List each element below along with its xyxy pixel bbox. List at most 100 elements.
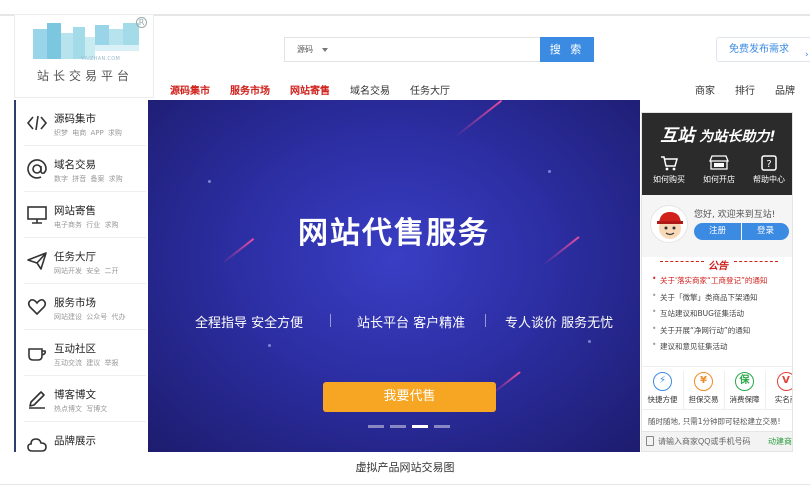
sidebar-item-title: 任务大厅	[54, 251, 96, 263]
panel-header: 互站 为站长助力! 如何购买 如何开店 ? 帮助中心	[642, 113, 792, 195]
sidebar-item-sub: 织梦 电商 APP 求购	[54, 129, 122, 137]
quick-link-label: 帮助中心	[753, 175, 785, 184]
quick-link-label: 如何购买	[653, 175, 685, 184]
sidebar-item-title: 服务市场	[54, 297, 96, 309]
banner-headline: 网站代售服务	[298, 216, 490, 251]
search-type-select[interactable]: 源码	[297, 44, 313, 55]
sidebar-item-title: 互动社区	[54, 343, 96, 355]
at-sign-icon	[27, 159, 47, 179]
service-label: 实名商	[774, 395, 792, 404]
service-fast[interactable]: ⚡ 快捷方便	[642, 371, 684, 409]
quick-link-label: 如何开店	[703, 175, 735, 184]
cart-icon	[661, 156, 678, 171]
chevron-right-icon: ›	[805, 50, 809, 60]
notice-item[interactable]: 互站建议和BUG征集活动	[650, 307, 792, 325]
sidebar-item-sub: 网站开发 安全 二开	[54, 267, 119, 275]
decor-dot	[588, 340, 591, 343]
service-label: 消费保障	[729, 395, 760, 404]
sidebar-item-website-sale[interactable]: 网站寄售 电子商务 行业 求购	[24, 192, 146, 238]
divider	[734, 261, 778, 262]
carousel-dot-active[interactable]	[412, 425, 428, 428]
carousel-dot[interactable]	[368, 425, 384, 428]
site-logo[interactable]: R YIUZHAN.COM 站长交易平台	[14, 14, 154, 98]
notice-item[interactable]: 关于'落实商家“工商登记”的通知	[650, 274, 792, 292]
sidebar-item-brands[interactable]: 品牌展示	[24, 422, 146, 452]
merchant-search-input[interactable]	[658, 433, 776, 450]
register-button[interactable]: 注册	[694, 223, 741, 240]
sidebar-item-domains[interactable]: 域名交易 数字 拼音 备案 求购	[24, 146, 146, 192]
coffee-cup-icon	[28, 348, 46, 361]
tag-separator	[485, 314, 486, 327]
publish-request-button[interactable]: 免费发布需求 ›	[716, 37, 810, 62]
quick-link-how-to-open[interactable]: 如何开店	[695, 155, 743, 185]
quick-link-how-to-buy[interactable]: 如何购买	[645, 155, 693, 185]
notice-item[interactable]: 关于开展“净网行动”的通知	[650, 324, 792, 342]
mascot-icon	[657, 212, 683, 239]
open-shop-icon	[709, 155, 729, 170]
banner-tag: 专人谈价 服务无忧	[505, 316, 614, 331]
image-caption: 虚拟产品网站交易图	[355, 461, 455, 474]
decor-dot	[548, 170, 551, 173]
merchant-search-button[interactable]: 动建商	[768, 436, 792, 447]
search-input[interactable]	[333, 40, 538, 59]
service-verified[interactable]: V 实名商	[765, 371, 792, 409]
shield-icon: 保	[735, 372, 754, 391]
slogan-text: 为站长助力!	[699, 129, 776, 145]
banner-tag: 站长平台 客户精准	[357, 316, 466, 331]
notice-item[interactable]: 建议和意见征集活动	[650, 340, 792, 358]
carousel-dot[interactable]	[434, 425, 450, 428]
sell-now-button[interactable]: 我要代售	[323, 382, 496, 412]
panel-slogan: 互站 为站长助力!	[642, 121, 792, 146]
sidebar-item-tasks[interactable]: 任务大厅 网站开发 安全 二开	[24, 238, 146, 284]
verified-icon: V	[776, 372, 792, 391]
nav-item-brands[interactable]: 品牌	[775, 82, 795, 97]
sidebar-item-sub: 热点博文 写博文	[54, 405, 108, 413]
user-panel: 互站 为站长助力! 如何购买 如何开店 ? 帮助中心 您好, 欢迎来到互站! 注…	[641, 112, 793, 452]
heart-hand-icon	[27, 299, 47, 316]
nav-item-services[interactable]: 服务市场	[230, 82, 270, 97]
avatar	[650, 205, 688, 243]
svg-text:?: ?	[766, 159, 771, 170]
sidebar-item-community[interactable]: 互动社区 互动交流 建议 举报	[24, 330, 146, 376]
sidebar-item-sub: 数字 拼音 备案 求购	[54, 175, 123, 183]
sidebar-item-source-code[interactable]: 源码集市 织梦 电商 APP 求购	[24, 100, 146, 146]
nav-item-domains[interactable]: 域名交易	[350, 82, 390, 97]
sidebar-item-services[interactable]: 服务市场 网站建设 公众号 代办	[24, 284, 146, 330]
service-protection[interactable]: 保 消费保障	[724, 371, 766, 409]
cloud-icon	[27, 438, 47, 452]
nav-item-source-code[interactable]: 源码集市	[170, 82, 210, 97]
welcome-box: 您好, 欢迎来到互站! 注册 登录	[642, 195, 792, 257]
paper-plane-icon	[27, 252, 47, 270]
search-bar: 源码 搜 索	[284, 37, 594, 62]
divider	[660, 261, 704, 262]
carousel-dot[interactable]	[390, 425, 406, 428]
notice-list: 关于'落实商家“工商登记”的通知 关于「微擎」类商品下架通知 互站建议和BUG征…	[650, 274, 792, 358]
quick-link-help-center[interactable]: ? 帮助中心	[745, 155, 792, 185]
nav-item-merchants[interactable]: 商家	[695, 82, 715, 97]
login-button[interactable]: 登录	[742, 223, 789, 240]
sidebar-item-title: 域名交易	[54, 159, 96, 171]
nav-item-tasks[interactable]: 任务大厅	[410, 82, 450, 97]
promo-tip: 随时随地, 只需1分钟即可轻松建立交易!	[648, 417, 781, 426]
decor-dot	[208, 180, 211, 183]
search-button[interactable]: 搜 索	[540, 37, 594, 62]
sidebar-item-sub: 互动交流 建议 举报	[54, 359, 119, 367]
nav-item-ranking[interactable]: 排行	[735, 82, 755, 97]
bottom-divider	[0, 484, 810, 485]
sidebar-item-blog[interactable]: 博客博文 热点博文 写博文	[24, 376, 146, 422]
service-label: 担保交易	[688, 395, 719, 404]
pen-icon	[29, 391, 45, 409]
service-escrow[interactable]: ¥ 担保交易	[683, 371, 725, 409]
category-sidebar: 源码集市 织梦 电商 APP 求购 域名交易 数字 拼音 备案 求购 网站寄售 …	[14, 100, 148, 452]
notice-item[interactable]: 关于「微擎」类商品下架通知	[650, 291, 792, 309]
nav-item-website-sale[interactable]: 网站寄售	[290, 82, 330, 97]
chevron-down-icon[interactable]	[322, 48, 328, 52]
publish-request-label: 免费发布需求	[729, 44, 789, 55]
lightning-icon: ⚡	[653, 372, 672, 391]
hero-banner[interactable]: 网站代售服务 全程指导 安全方便 站长平台 客户精准 专人谈价 服务无忧 我要代…	[148, 100, 640, 452]
notice-heading-text: 公告	[708, 261, 728, 272]
logo-tagline: 站长交易平台	[36, 69, 133, 83]
decor-dot	[268, 344, 271, 347]
sidebar-item-title: 网站寄售	[54, 205, 96, 217]
phone-icon	[646, 436, 654, 446]
